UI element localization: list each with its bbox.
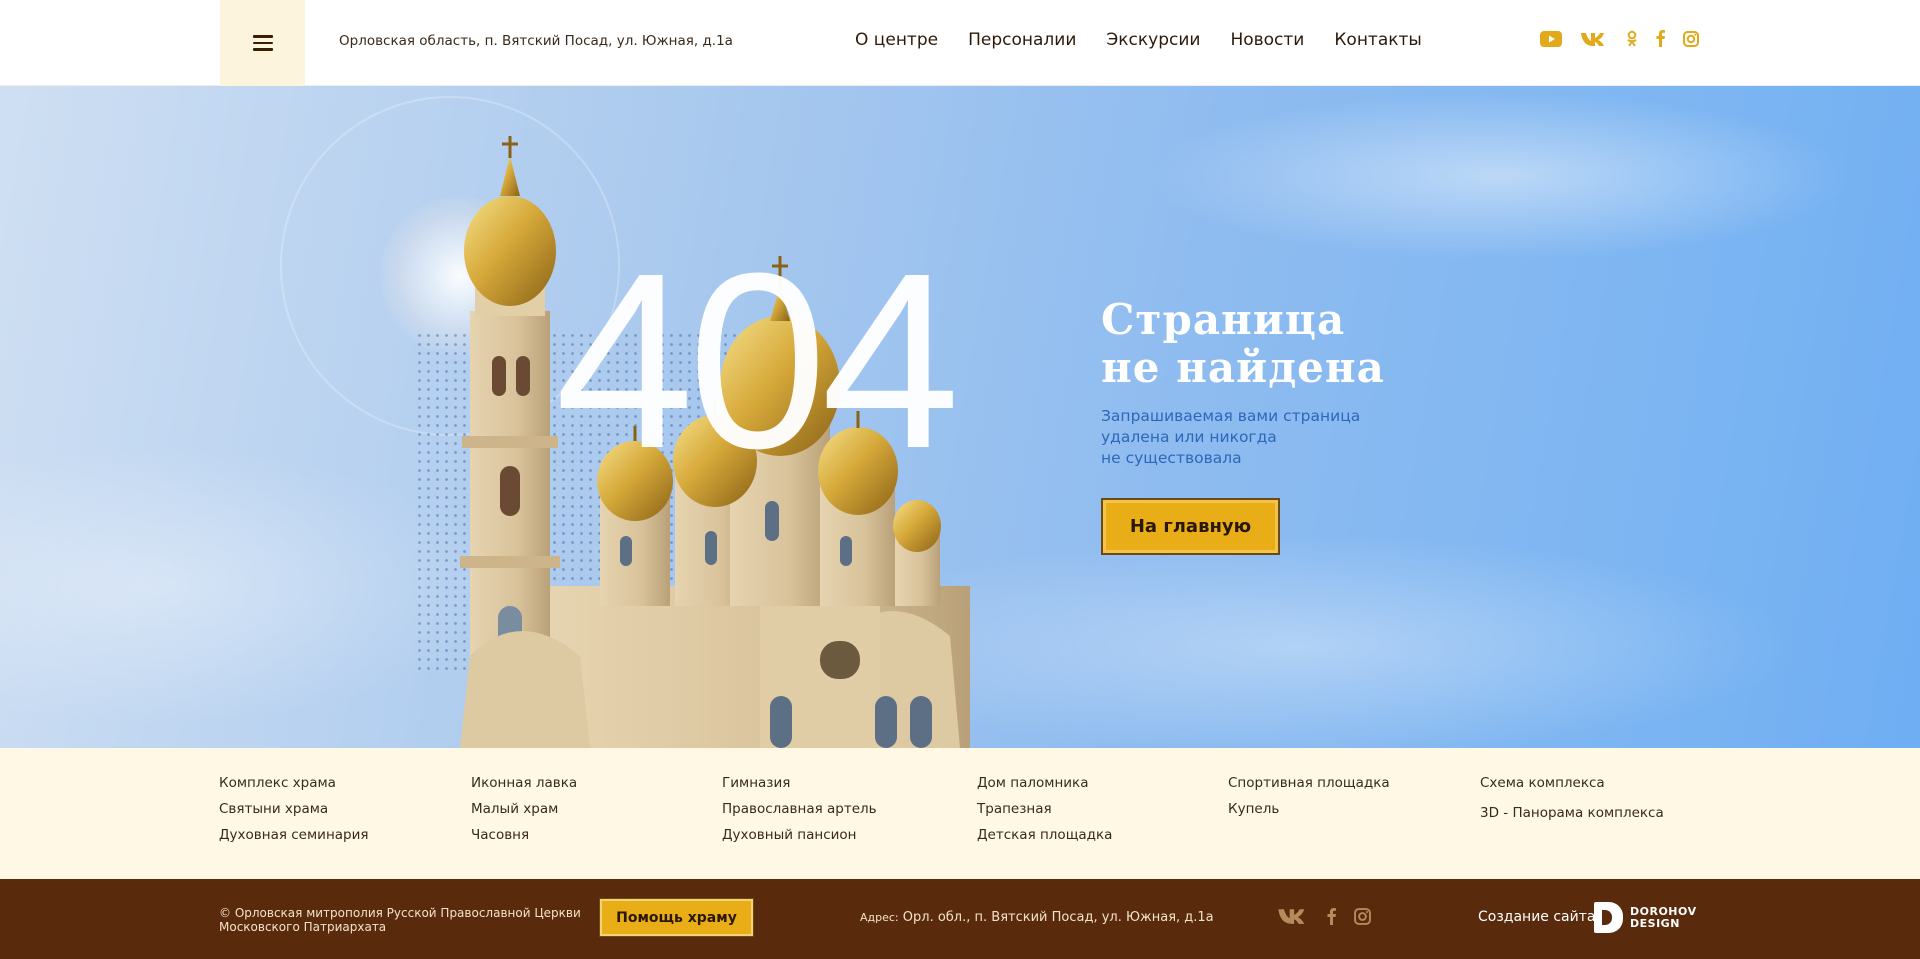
menu-button[interactable]: [220, 0, 305, 86]
nav-excursions[interactable]: Экскурсии: [1106, 30, 1200, 50]
copyright-line-1: © Орловская митрополия Русской Православ…: [219, 906, 581, 920]
link-gymnasium[interactable]: Гимназия: [722, 775, 877, 801]
link-seminary[interactable]: Духовная семинария: [219, 827, 369, 853]
odnoklassniki-icon[interactable]: [1626, 30, 1638, 47]
footer-address-label: Адрес:: [860, 911, 899, 924]
site-header: Орловская область, п. Вятский Посад, ул.…: [0, 0, 1920, 86]
error-description: Запрашиваемая вами страница удалена или …: [1101, 406, 1401, 469]
link-refectory[interactable]: Трапезная: [977, 801, 1112, 827]
links-column-5: Спортивная площадка Купель: [1228, 775, 1390, 827]
link-3d-panorama[interactable]: 3D - Панорама комплекса: [1480, 805, 1664, 831]
nav-about[interactable]: О центре: [855, 30, 938, 50]
title-line-2: не найдена: [1101, 343, 1385, 392]
copyright-line-2: Московского Патриархата: [219, 920, 387, 934]
vk-icon[interactable]: [1277, 907, 1309, 925]
link-playground[interactable]: Детская площадка: [977, 827, 1112, 853]
desc-line-1: Запрашиваемая вами страница: [1101, 407, 1361, 425]
footer-address: Адрес: Орл. обл., п. Вятский Посад, ул. …: [860, 910, 1214, 925]
home-button[interactable]: На главную: [1101, 498, 1280, 555]
links-column-2: Иконная лавка Малый храм Часовня: [471, 775, 577, 853]
facebook-icon[interactable]: [1327, 907, 1336, 925]
hero-section: 404 Страница не найдена Запрашиваемая ва…: [0, 86, 1920, 748]
hamburger-icon: [252, 35, 273, 51]
instagram-icon[interactable]: [1354, 907, 1371, 925]
logo-line-1: DOROHOV: [1630, 904, 1697, 918]
link-sports-ground[interactable]: Спортивная площадка: [1228, 775, 1390, 801]
link-small-church[interactable]: Малый храм: [471, 801, 577, 827]
links-column-3: Гимназия Православная артель Духовный па…: [722, 775, 877, 853]
link-shrines[interactable]: Святыни храма: [219, 801, 369, 827]
help-church-button[interactable]: Помощь храму: [600, 899, 753, 936]
link-boarding[interactable]: Духовный пансион: [722, 827, 877, 853]
logo-text: DOROHOV DESIGN: [1630, 904, 1697, 930]
footer-address-value: Орл. обл., п. Вятский Посад, ул. Южная, …: [902, 910, 1214, 925]
link-scheme[interactable]: Схема комплекса: [1480, 775, 1664, 801]
error-code: 404: [555, 221, 960, 500]
footer-links: Комплекс храма Святыни храма Духовная се…: [0, 748, 1920, 879]
made-by-label: Создание сайта -: [1478, 909, 1605, 925]
links-column-4: Дом паломника Трапезная Детская площадка: [977, 775, 1112, 853]
link-pilgrim-house[interactable]: Дом паломника: [977, 775, 1112, 801]
link-artel[interactable]: Православная артель: [722, 801, 877, 827]
site-footer: © Орловская митрополия Русской Православ…: [0, 879, 1920, 959]
links-column-1: Комплекс храма Святыни храма Духовная се…: [219, 775, 369, 853]
instagram-icon[interactable]: [1683, 30, 1699, 47]
vk-icon[interactable]: [1580, 31, 1608, 47]
link-font[interactable]: Купель: [1228, 801, 1390, 827]
logo-line-2: DESIGN: [1630, 916, 1680, 930]
main-nav: О центре Персоналии Экскурсии Новости Ко…: [855, 30, 1422, 50]
nav-news[interactable]: Новости: [1230, 30, 1304, 50]
error-title: Страница не найдена: [1101, 296, 1385, 392]
title-line-1: Страница: [1101, 295, 1346, 344]
youtube-icon[interactable]: [1540, 30, 1562, 47]
d-logo-icon: [1594, 902, 1623, 933]
desc-line-3: не существовала: [1101, 449, 1242, 467]
links-column-6: Схема комплекса 3D - Панорама комплекса: [1480, 775, 1664, 831]
nav-persons[interactable]: Персоналии: [968, 30, 1076, 50]
copyright: © Орловская митрополия Русской Православ…: [219, 906, 581, 934]
link-chapel[interactable]: Часовня: [471, 827, 577, 853]
link-complex[interactable]: Комплекс храма: [219, 775, 369, 801]
developer-logo[interactable]: DOROHOV DESIGN: [1594, 902, 1697, 933]
facebook-icon[interactable]: [1656, 30, 1665, 47]
desc-line-2: удалена или никогда: [1101, 428, 1277, 446]
nav-contacts[interactable]: Контакты: [1334, 30, 1422, 50]
header-address: Орловская область, п. Вятский Посад, ул.…: [339, 33, 733, 49]
link-icon-shop[interactable]: Иконная лавка: [471, 775, 577, 801]
header-socials: [1540, 30, 1699, 47]
footer-socials: [1277, 907, 1371, 925]
